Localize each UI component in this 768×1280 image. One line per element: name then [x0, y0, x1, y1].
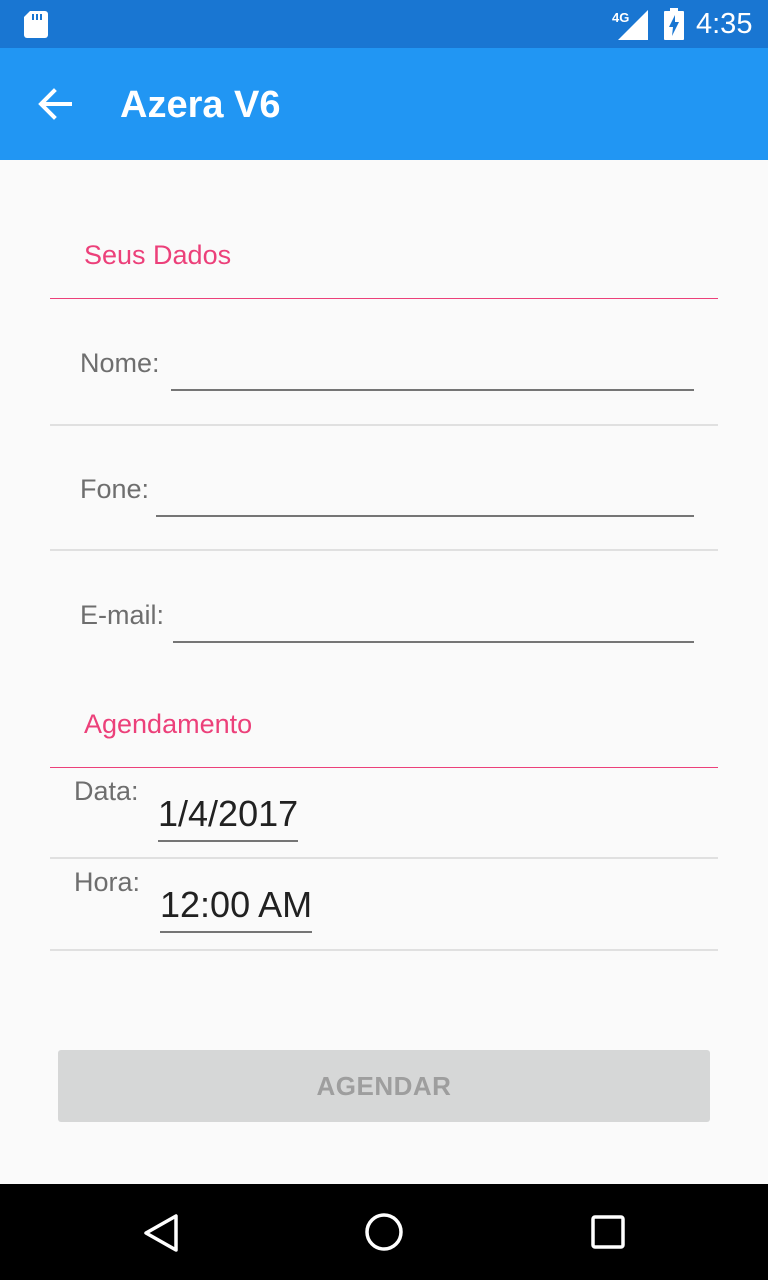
row-divider: [50, 549, 718, 551]
date-label: Data:: [74, 776, 139, 806]
section-divider: [50, 767, 718, 768]
navigation-bar: [0, 1184, 768, 1280]
email-label: E-mail:: [80, 600, 165, 630]
phone-label: Fone:: [80, 474, 150, 504]
battery-icon: [664, 8, 684, 40]
nav-recents-icon[interactable]: [590, 1214, 626, 1250]
sd-card-icon: [24, 11, 48, 38]
section-divider: [50, 298, 718, 299]
nav-back-icon[interactable]: [140, 1212, 180, 1254]
app-bar: Azera V6: [0, 48, 768, 160]
phone-field[interactable]: [156, 479, 694, 517]
date-picker[interactable]: 1/4/2017: [158, 796, 299, 842]
name-field[interactable]: [171, 353, 694, 391]
email-field[interactable]: [173, 605, 694, 643]
time-label: Hora:: [74, 867, 141, 897]
section-title-personal: Seus Dados: [84, 240, 232, 270]
section-title-schedule: Agendamento: [84, 709, 253, 739]
row-divider: [50, 857, 718, 859]
signal-icon: [618, 10, 648, 40]
clock: 4:35: [696, 8, 753, 40]
time-picker[interactable]: 12:00 AM: [160, 887, 313, 933]
page-title: Azera V6: [120, 84, 281, 126]
schedule-button[interactable]: AGENDAR: [58, 1050, 710, 1122]
arrow-back-icon[interactable]: [36, 86, 74, 122]
status-bar: 4G 4:35: [0, 0, 768, 48]
row-divider: [50, 949, 718, 951]
name-label: Nome:: [80, 348, 160, 378]
row-divider: [50, 424, 718, 426]
nav-home-icon[interactable]: [362, 1210, 406, 1254]
